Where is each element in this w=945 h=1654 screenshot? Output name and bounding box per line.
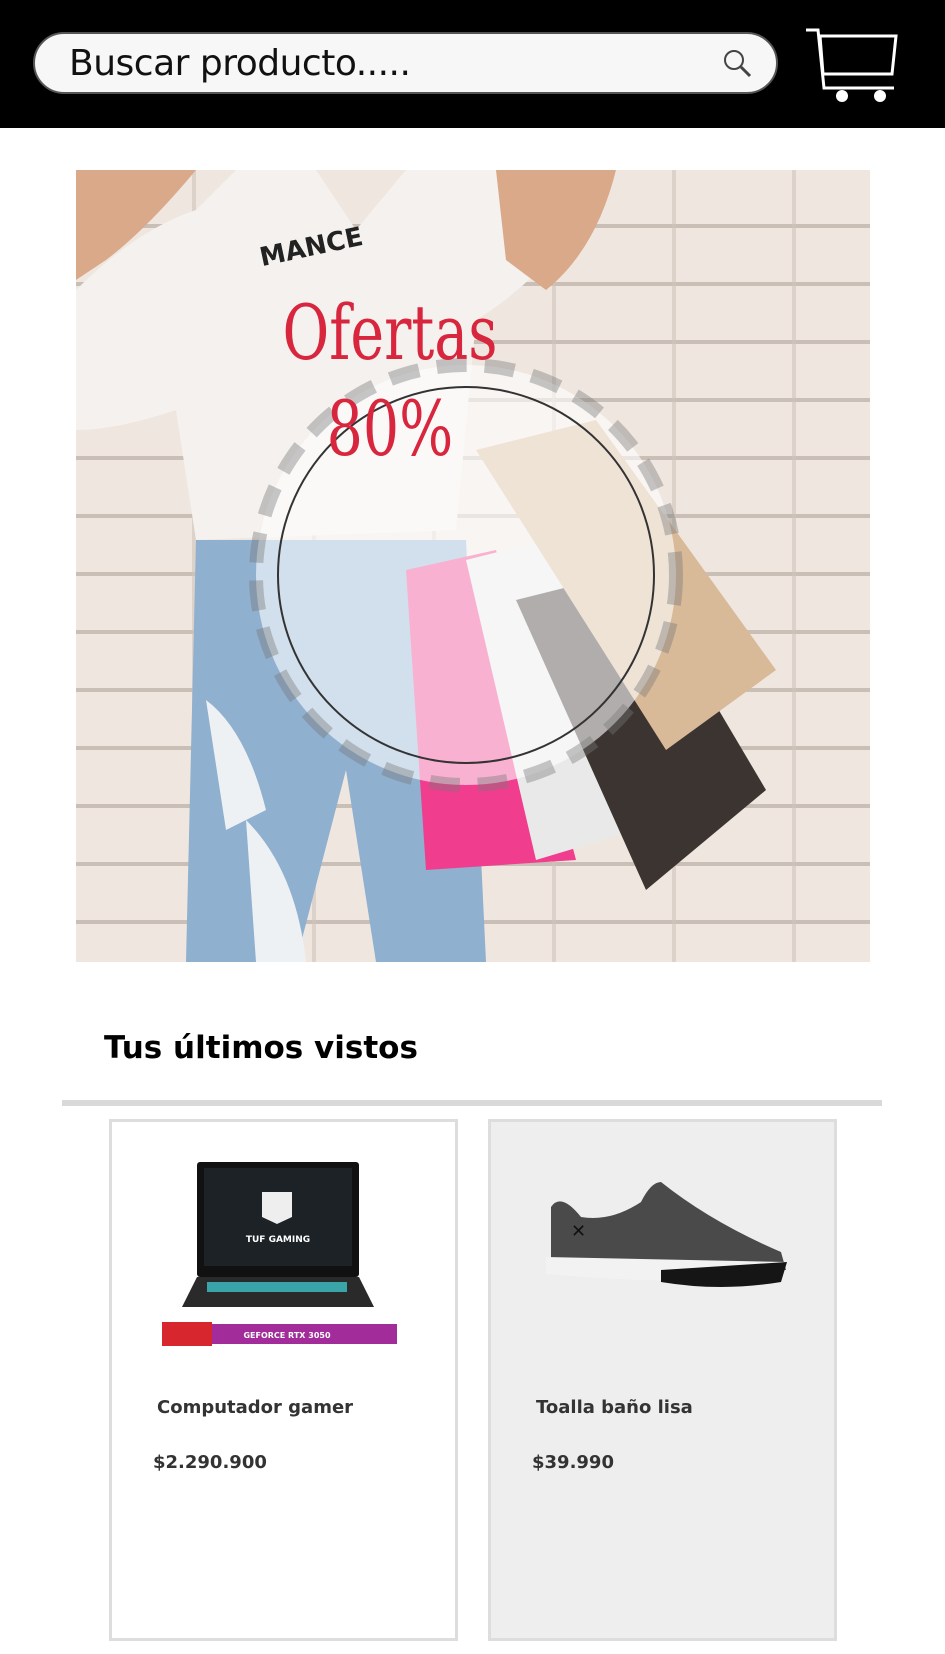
search-icon[interactable]: [720, 46, 754, 80]
product-price: $39.990: [532, 1452, 614, 1473]
section-divider: [62, 1100, 882, 1106]
svg-text:TUF GAMING: TUF GAMING: [246, 1235, 310, 1245]
product-price: $2.290.900: [153, 1452, 267, 1473]
svg-text:GEFORCE RTX 3050: GEFORCE RTX 3050: [243, 1331, 330, 1340]
product-card[interactable]: ✕ Toalla baño lisa $39.990: [488, 1119, 837, 1641]
promo-banner[interactable]: MANCE Ofertas 80%: [76, 170, 870, 962]
product-name[interactable]: Toalla baño lisa: [536, 1397, 693, 1418]
recent-title: Tus últimos vistos: [104, 1030, 418, 1066]
shoe-image: ✕: [546, 1182, 787, 1287]
offer-text: Ofertas 80%: [225, 285, 555, 477]
svg-text:✕: ✕: [571, 1221, 586, 1242]
product-card[interactable]: TUF GAMING GEFORCE RTX 3050 Computador g…: [109, 1119, 458, 1641]
offer-percent: 80%: [326, 384, 454, 473]
cart-icon[interactable]: [802, 24, 902, 104]
search-input[interactable]: Buscar producto.....: [33, 32, 778, 94]
search-placeholder: Buscar producto.....: [69, 42, 411, 84]
top-bar: Buscar producto.....: [0, 0, 945, 128]
offer-title: Ofertas: [282, 288, 498, 377]
product-name[interactable]: Computador gamer: [157, 1397, 353, 1418]
laptop-image: TUF GAMING GEFORCE RTX 3050: [162, 1162, 397, 1346]
